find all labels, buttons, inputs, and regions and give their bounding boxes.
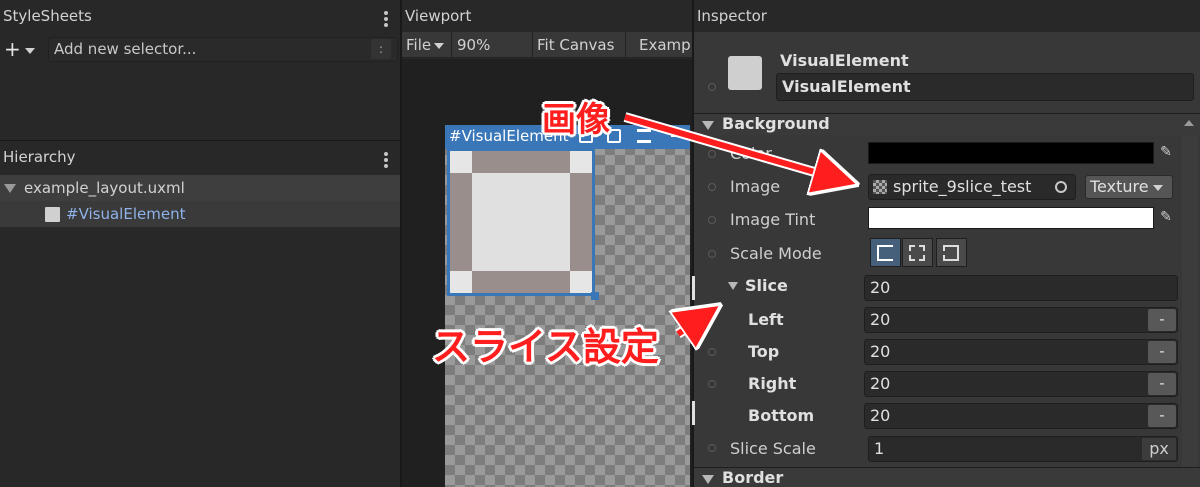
slice-arrow <box>678 314 707 334</box>
image-arrow <box>624 114 842 180</box>
annotation-arrows <box>623 112 1200 487</box>
slice-annotation: スライス設定 <box>432 325 659 369</box>
image-annotation: 画像 <box>542 100 610 140</box>
